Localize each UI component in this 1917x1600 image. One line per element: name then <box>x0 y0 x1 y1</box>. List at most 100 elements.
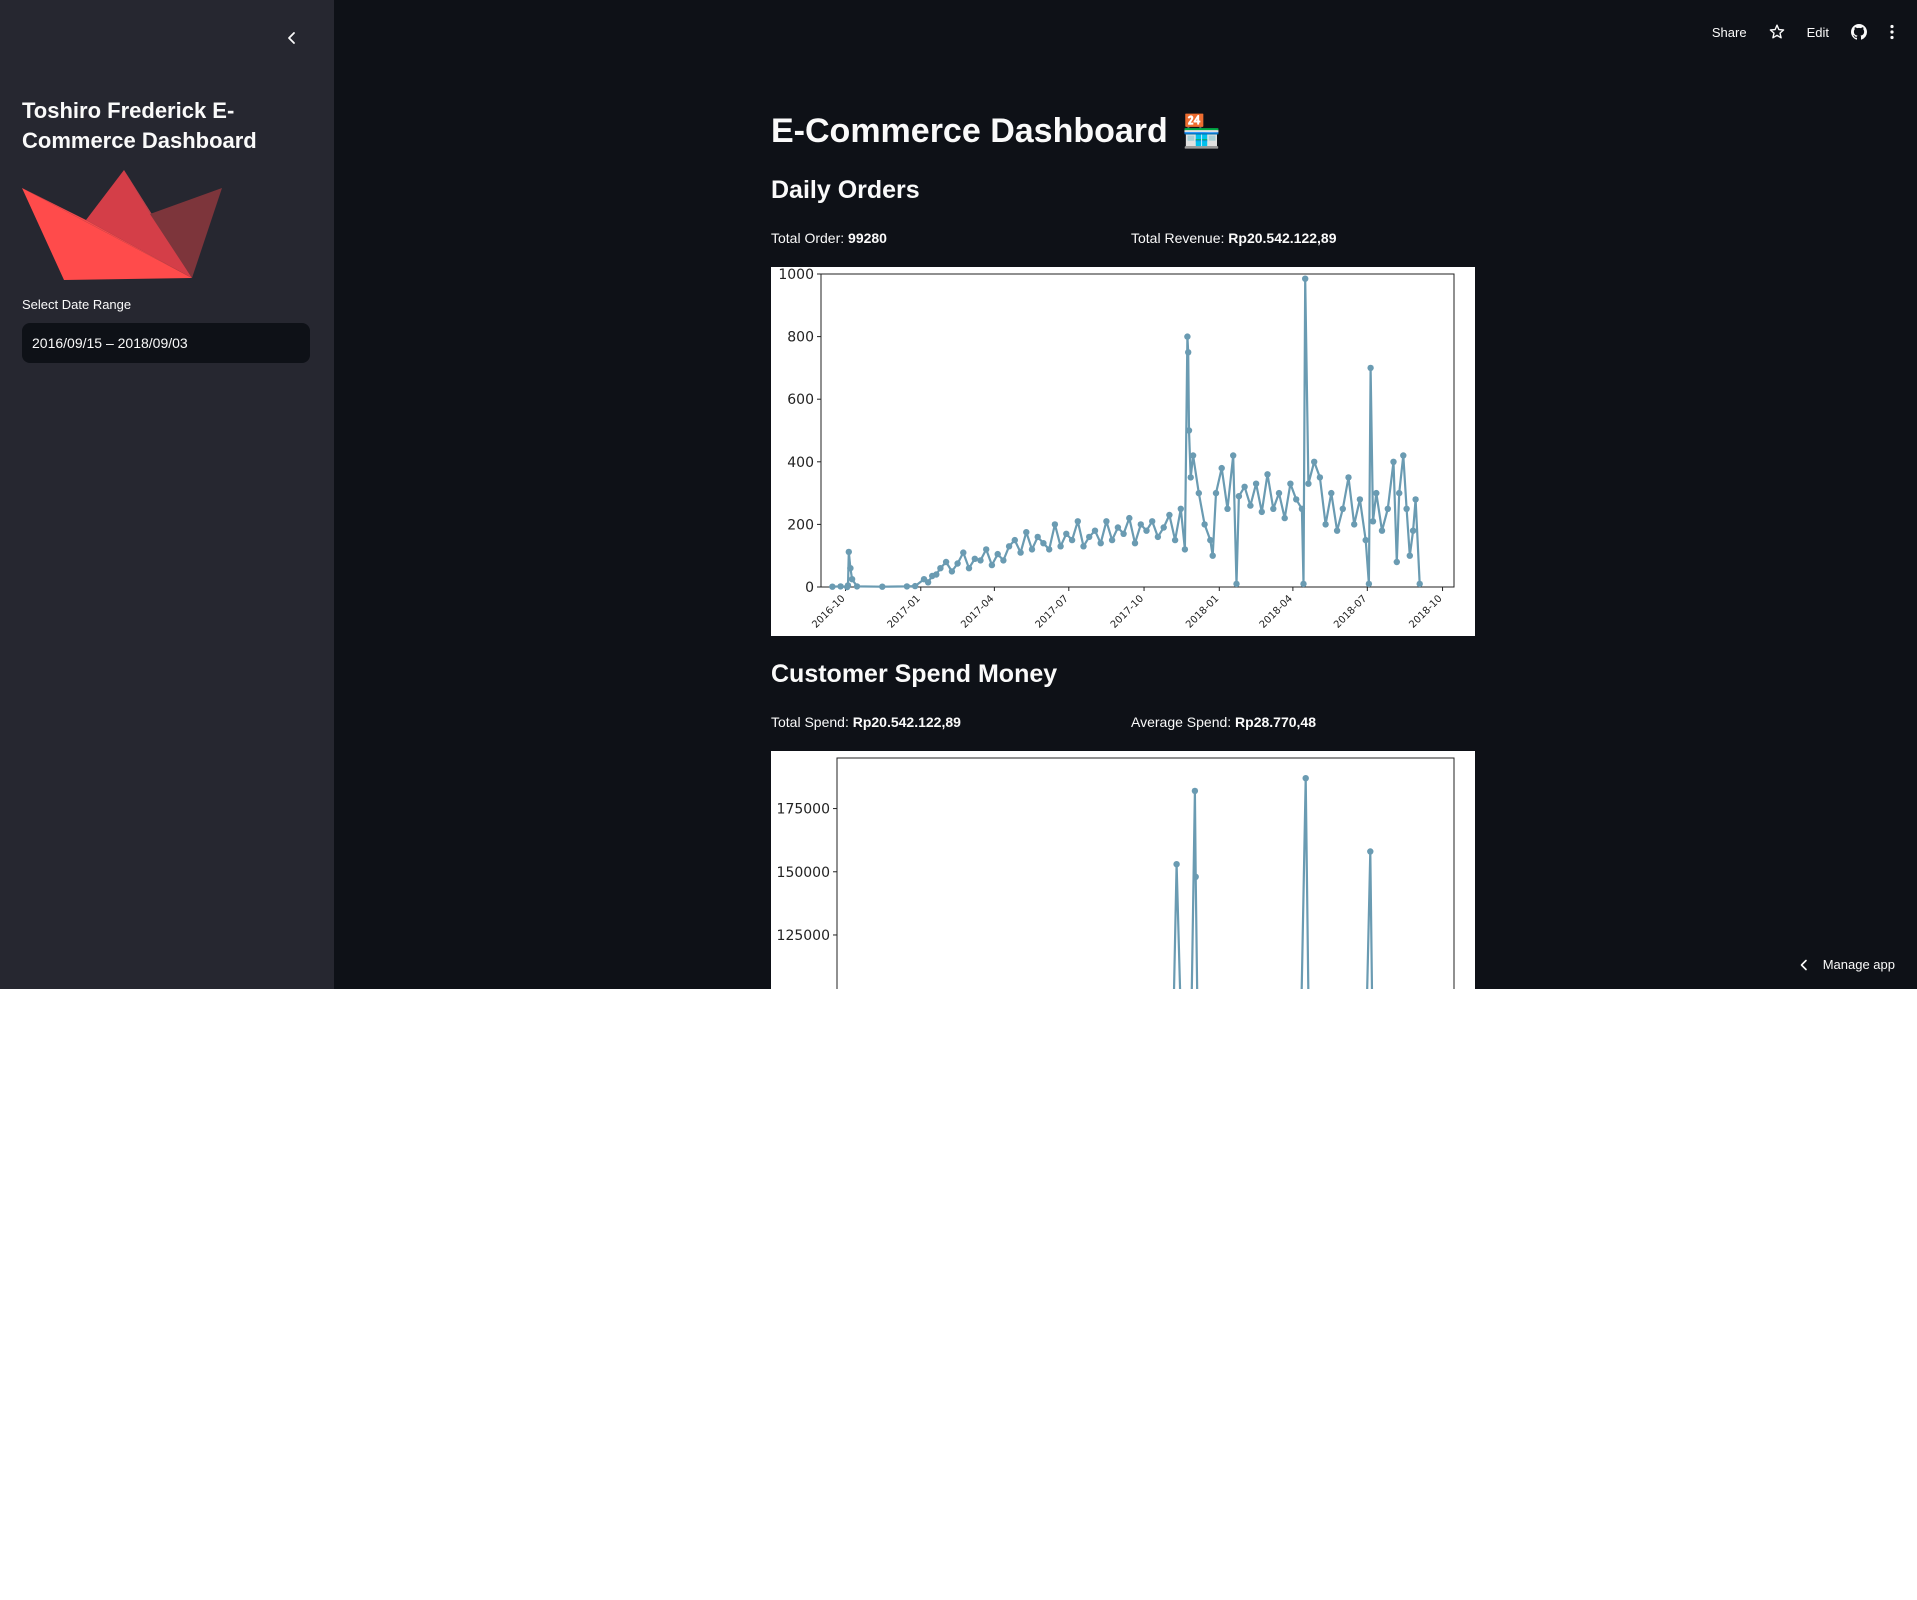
y-tick-label: 0 <box>805 580 814 596</box>
data-point <box>1270 505 1277 512</box>
x-tick-label: 2018-07 <box>1332 593 1369 630</box>
data-point <box>844 582 852 589</box>
data-point <box>983 546 990 553</box>
data-point <box>1345 474 1352 481</box>
x-tick-label: 2017-07 <box>1034 593 1071 630</box>
data-point <box>1409 527 1417 534</box>
data-point <box>1367 848 1374 855</box>
data-point <box>1160 524 1167 531</box>
page-title-text: E-Commerce Dashboard <box>771 111 1168 150</box>
data-point <box>829 583 836 590</box>
data-point <box>1412 496 1419 503</box>
manage-app-button[interactable]: Manage app <box>1799 957 1895 972</box>
star-icon <box>1769 24 1784 39</box>
data-point <box>1247 502 1254 509</box>
data-point <box>1264 471 1271 478</box>
date-range-input[interactable]: 2016/09/15 – 2018/09/03 <box>22 323 310 363</box>
data-point <box>1023 529 1030 536</box>
total-order-value: 99280 <box>848 230 887 246</box>
data-point <box>1040 540 1047 547</box>
data-point <box>847 565 854 572</box>
data-point <box>1187 474 1194 481</box>
data-point <box>1378 527 1386 534</box>
data-point <box>1149 518 1156 525</box>
data-point <box>1241 483 1248 490</box>
data-point <box>1362 536 1369 544</box>
data-point <box>1258 508 1265 516</box>
data-point <box>1011 536 1018 544</box>
chevron-left-icon <box>288 32 295 44</box>
share-button[interactable]: Share <box>1712 25 1747 40</box>
x-tick-label: 2017-04 <box>959 593 996 630</box>
data-point <box>1185 427 1193 434</box>
total-order-metric: Total Order: 99280 <box>771 230 887 246</box>
data-point <box>1400 452 1407 459</box>
data-point <box>1057 543 1064 550</box>
data-point <box>1396 489 1403 497</box>
data-point <box>1184 333 1191 340</box>
data-point <box>1275 489 1283 497</box>
data-point <box>924 579 932 586</box>
data-point <box>1191 787 1199 795</box>
data-point <box>1166 511 1173 519</box>
data-point <box>1333 527 1341 534</box>
total-spend-value: Rp20.542.122,89 <box>852 714 961 730</box>
edit-button[interactable]: Edit <box>1807 25 1829 40</box>
collapse-sidebar-button[interactable] <box>278 24 306 52</box>
data-point <box>1154 533 1162 541</box>
data-point <box>1365 580 1373 588</box>
streamlit-boat-logo <box>22 170 222 280</box>
average-spend-metric: Average Spend: Rp28.770,48 <box>1131 714 1316 730</box>
data-point <box>1316 474 1324 481</box>
date-range-value: 2016/09/15 – 2018/09/03 <box>32 335 188 351</box>
data-point <box>1137 521 1144 528</box>
x-tick-label: 2017-01 <box>886 593 923 630</box>
customer-spend-chart: 5000075000100000125000150000175000 <box>771 751 1475 989</box>
data-point <box>1171 536 1179 544</box>
github-icon <box>1851 24 1867 40</box>
data-point <box>1192 873 1199 880</box>
data-point <box>994 550 1001 558</box>
data-point <box>1339 505 1346 512</box>
customer-spend-chart-svg: 5000075000100000125000150000175000 <box>777 757 1455 989</box>
total-spend-metric: Total Spend: Rp20.542.122,89 <box>771 714 961 730</box>
data-point <box>937 565 944 572</box>
data-point <box>1177 505 1184 512</box>
more-vertical-icon <box>1890 24 1894 40</box>
data-point <box>1097 540 1104 547</box>
data-point <box>1131 540 1139 547</box>
more-menu-button[interactable] <box>1889 24 1895 40</box>
data-point <box>1074 518 1081 525</box>
github-button[interactable] <box>1851 24 1867 40</box>
plot-frame <box>836 757 1455 989</box>
data-point <box>942 558 950 566</box>
favorite-button[interactable] <box>1769 24 1785 40</box>
data-point <box>960 549 967 556</box>
data-point <box>1281 514 1288 522</box>
data-point <box>948 568 956 575</box>
date-range-label: Select Date Range <box>22 297 132 312</box>
top-toolbar: Share Edit <box>1712 18 1895 46</box>
plot-frame <box>820 273 1455 588</box>
page-title: E-Commerce Dashboard 🏪 <box>771 106 1222 156</box>
data-point <box>1302 275 1309 282</box>
data-point <box>1173 861 1180 868</box>
daily-orders-chart: 0 200 400 600 800 1000 2016-10 2017-01 2017-04 20… <box>771 267 1475 636</box>
data-point <box>1068 536 1076 544</box>
data-point <box>1143 527 1150 534</box>
series-line <box>832 277 1421 589</box>
data-point <box>1311 458 1318 465</box>
y-tick-label: 800 <box>787 330 814 346</box>
data-point <box>1416 580 1423 588</box>
data-point <box>1091 527 1099 534</box>
data-point <box>1126 514 1133 522</box>
x-tick-label: 2018-10 <box>1407 593 1444 630</box>
data-point <box>954 560 961 567</box>
data-point <box>1103 518 1110 525</box>
data-point <box>1373 489 1380 497</box>
total-revenue-metric: Total Revenue: Rp20.542.122,89 <box>1131 230 1337 246</box>
data-point <box>1195 489 1202 497</box>
x-tick-label: 2016-10 <box>810 593 847 630</box>
manage-app-label: Manage app <box>1822 957 1895 972</box>
data-point <box>845 548 852 556</box>
